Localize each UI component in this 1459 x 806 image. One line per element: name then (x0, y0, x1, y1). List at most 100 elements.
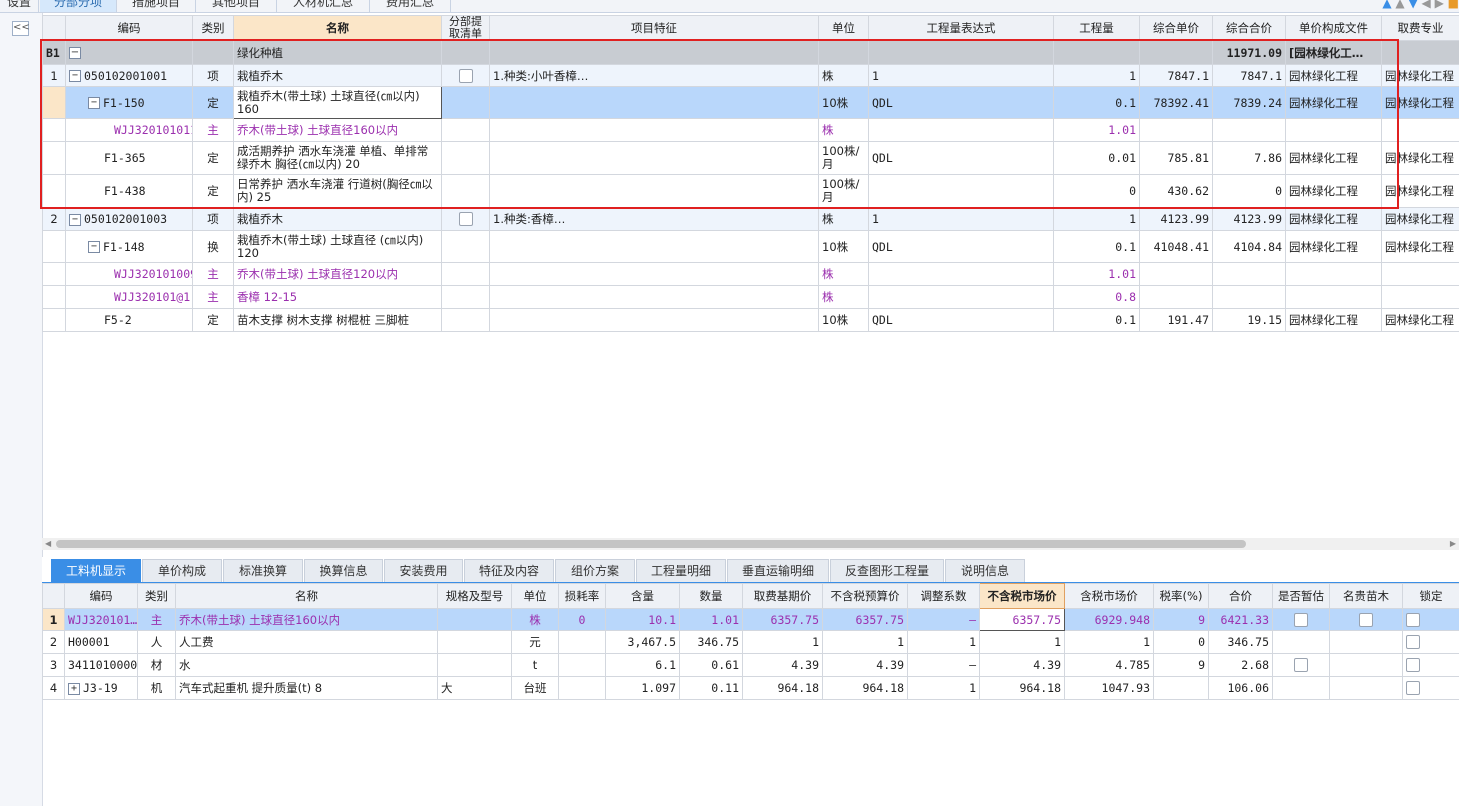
tab-graphic-quantity[interactable]: 反查图形工程量 (830, 559, 944, 582)
mheader-loss[interactable]: 损耗率 (558, 583, 606, 609)
bottom-tab-bar: 工料机显示 单价构成 标准换算 换算信息 安装费用 特征及内容 组价方案 工程量… (42, 557, 1459, 584)
mheader-rate[interactable]: 税率(%) (1153, 583, 1209, 609)
mheader-code[interactable]: 编码 (64, 583, 138, 609)
header-expression[interactable]: 工程量表达式 (868, 15, 1054, 41)
section-file: [园林绿化工… (1285, 40, 1382, 65)
collapse-row-icon[interactable]: − (88, 97, 100, 109)
section-row[interactable]: B1 − 绿化种植 11971.09 [园林绿化工… (42, 40, 1459, 65)
mheader-name[interactable]: 名称 (175, 583, 438, 609)
table-row[interactable]: 2 −050102001003 项 栽植乔木 1.种类:香樟… 株 1 1 41… (42, 207, 1459, 231)
header-unit[interactable]: 单位 (818, 15, 869, 41)
mheader-provisional[interactable]: 是否暂估 (1272, 583, 1330, 609)
materials-table-header: 编码 类别 名称 规格及型号 单位 损耗率 含量 数量 取费基期价 不含税预算价… (42, 583, 1459, 609)
collapse-section-icon[interactable]: − (69, 47, 81, 59)
market-price-edit-cell[interactable]: 6357.75 (979, 608, 1065, 631)
header-unit-price[interactable]: 综合单价 (1139, 15, 1213, 41)
sort-icon[interactable]: ▲ (1382, 0, 1391, 10)
collapse-row-icon[interactable]: − (69, 70, 81, 82)
provisional-checkbox[interactable] (1294, 612, 1308, 627)
lock-checkbox[interactable] (1406, 658, 1420, 673)
table-row[interactable]: WJJ320101009 主 乔木(带土球) 土球直径120以内 株 1.01 (42, 262, 1459, 286)
tab-standard-conversion[interactable]: 标准换算 (223, 559, 303, 582)
toolbar-icons: ▲ ▲ ▼ ◀ ▶ ■ (1382, 0, 1459, 10)
table-row[interactable]: F1-438 定 日常养护 洒水车浇灌 行道树(胸径㎝以内) 25 100株/月… (42, 174, 1459, 208)
table-row[interactable]: WJJ320101@1 主 香樟 12-15 株 0.8 (42, 285, 1459, 309)
main-items-table: 编码 类别 名称 分部提取清单 项目特征 单位 工程量表达式 工程量 综合单价 … (42, 15, 1459, 332)
tab-features[interactable]: 特征及内容 (464, 559, 554, 582)
lock-checkbox[interactable] (1406, 612, 1420, 627)
top-tab-measures[interactable]: 措施项目 (117, 0, 196, 12)
mheader-market[interactable]: 不含税市场价 (979, 583, 1065, 609)
mheader-spec[interactable]: 规格及型号 (437, 583, 512, 609)
tab-conversion-info[interactable]: 换算信息 (304, 559, 383, 582)
top-tab-other[interactable]: 其他项目 (196, 0, 277, 12)
header-total-price[interactable]: 综合合价 (1212, 15, 1286, 41)
mheader-coef[interactable]: 调整系数 (907, 583, 980, 609)
mheader-precious[interactable]: 名贵苗木 (1329, 583, 1403, 609)
table-row[interactable]: WJJ320101011 主 乔木(带土球) 土球直径160以内 株 1.01 (42, 118, 1459, 142)
header-extract-list[interactable]: 分部提取清单 (441, 15, 490, 41)
extract-checkbox[interactable] (458, 212, 473, 227)
precious-checkbox[interactable] (1359, 612, 1373, 627)
extract-checkbox[interactable] (458, 68, 473, 83)
mheader-budget[interactable]: 不含税预算价 (822, 583, 908, 609)
header-quantity[interactable]: 工程量 (1053, 15, 1140, 41)
mheader-taxmarket[interactable]: 含税市场价 (1064, 583, 1154, 609)
mheader-base[interactable]: 取费基期价 (742, 583, 823, 609)
tab-description[interactable]: 说明信息 (945, 559, 1025, 582)
tab-pricing-plan[interactable]: 组价方案 (555, 559, 635, 582)
collapse-row-icon[interactable]: − (69, 213, 81, 226)
top-tab-materials[interactable]: 人材机汇总 (277, 0, 370, 12)
header-fee-spec[interactable]: 取费专业 (1381, 15, 1459, 41)
mheader-unit[interactable]: 单位 (511, 583, 559, 609)
top-tab-costs[interactable]: 费用汇总 (370, 0, 451, 12)
materials-row-selected[interactable]: 1 WJJ320101… 主 乔木(带土球) 土球直径160以内 株 0 10.… (42, 608, 1459, 631)
table-row[interactable]: F5-2 定 苗木支撑 树木支撑 树棍桩 三脚桩 10株 QDL 0.1 191… (42, 308, 1459, 332)
table-row-selected[interactable]: − F1-150 定 栽植乔木(带土球) 土球直径(㎝以内) 160 10株 QD… (42, 86, 1459, 119)
scroll-right-icon[interactable]: ▶ (1450, 538, 1456, 550)
move-down-icon[interactable]: ▼ (1408, 0, 1417, 10)
table-row[interactable]: 1 −050102001001 项 栽植乔木 1.种类:小叶香樟… 株 1 1 … (42, 64, 1459, 87)
arrow-left-icon[interactable]: ◀ (1422, 0, 1431, 10)
header-feature[interactable]: 项目特征 (489, 15, 819, 41)
mheader-total[interactable]: 合价 (1208, 583, 1273, 609)
tab-install-fee[interactable]: 安装费用 (384, 559, 463, 582)
left-panel-strip: << (0, 13, 43, 806)
provisional-checkbox[interactable] (1294, 658, 1308, 673)
materials-row[interactable]: 4 + J3-19 机 汽车式起重机 提升质量(t) 8 大 台班 1.097 0… (42, 676, 1459, 700)
materials-row[interactable]: 3 34110100002 材 水 t 6.1 0.61 4.39 4.39 –… (42, 653, 1459, 677)
tab-quantity-detail[interactable]: 工程量明细 (636, 559, 726, 582)
header-price-file[interactable]: 单价构成文件 (1285, 15, 1382, 41)
scroll-left-icon[interactable]: ◀ (45, 538, 51, 550)
section-no: B1 (42, 40, 66, 65)
top-tab-bar: 设置 分部分项 措施项目 其他项目 人材机汇总 费用汇总 ▲ ▲ ▼ ◀ ▶ ■ (0, 0, 1459, 13)
table-row[interactable]: F1-365 定 成活期养护 洒水车浇灌 单植、单排常绿乔木 胸径(㎝以内) 2… (42, 141, 1459, 175)
expand-row-icon[interactable]: + (68, 682, 80, 695)
scrollbar-thumb[interactable] (56, 540, 1246, 548)
top-tab-sections[interactable]: 分部分项 (40, 0, 117, 12)
tab-price-composition[interactable]: 单价构成 (142, 559, 222, 582)
mheader-lock[interactable]: 锁定 (1402, 583, 1459, 609)
settings-icon[interactable]: ■ (1448, 0, 1459, 10)
header-name[interactable]: 名称 (233, 15, 442, 41)
collapse-panel-button[interactable]: << (12, 21, 30, 36)
lock-checkbox[interactable] (1406, 681, 1420, 696)
arrow-right-icon[interactable]: ▶ (1435, 0, 1444, 10)
mheader-content[interactable]: 含量 (605, 583, 680, 609)
materials-row[interactable]: 2 H00001 人 人工费 元 3,467.5 346.75 1 1 1 1 … (42, 630, 1459, 654)
collapse-row-icon[interactable]: − (88, 241, 100, 253)
mheader-qty[interactable]: 数量 (679, 583, 743, 609)
mheader-type[interactable]: 类别 (137, 583, 176, 609)
header-type[interactable]: 类别 (192, 15, 234, 41)
header-code[interactable]: 编码 (65, 15, 193, 41)
table-row[interactable]: − F1-148 换 栽植乔木(带土球) 土球直径 (㎝以内) 120 10株 Q… (42, 230, 1459, 263)
lock-checkbox[interactable] (1406, 635, 1420, 650)
main-table-header: 编码 类别 名称 分部提取清单 项目特征 单位 工程量表达式 工程量 综合单价 … (42, 15, 1459, 41)
horizontal-scrollbar[interactable]: ◀ ▶ (42, 538, 1459, 550)
name-edit-cell[interactable]: 栽植乔木(带土球) 土球直径(㎝以内) 160 (233, 86, 442, 119)
move-up-icon[interactable]: ▲ (1395, 0, 1404, 10)
tab-vertical-transport[interactable]: 垂直运输明细 (727, 559, 829, 582)
section-total: 11971.09 (1212, 40, 1286, 65)
tab-materials-display[interactable]: 工料机显示 (51, 559, 141, 582)
top-tab-settings[interactable]: 设置 (0, 0, 39, 12)
